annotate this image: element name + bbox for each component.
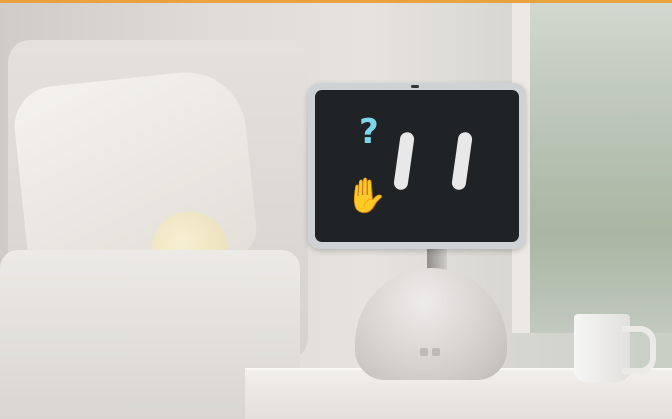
cup-handle — [622, 326, 656, 374]
hand-icon: ✋ — [345, 176, 388, 216]
device-tablet: ? ✋ — [308, 83, 526, 249]
light-icon — [432, 348, 440, 356]
question-mark-icon: ? — [359, 112, 379, 152]
device-speaker-base — [355, 268, 507, 380]
eye-right-icon — [451, 131, 473, 191]
eye-left-icon — [393, 131, 415, 191]
device-screen: ? ✋ — [315, 90, 519, 242]
light-icon — [420, 348, 428, 356]
photo-scene: ? ✋ — [0, 0, 672, 419]
window-background — [528, 3, 672, 333]
camera-icon — [411, 85, 419, 88]
speaker-lights — [420, 348, 442, 360]
